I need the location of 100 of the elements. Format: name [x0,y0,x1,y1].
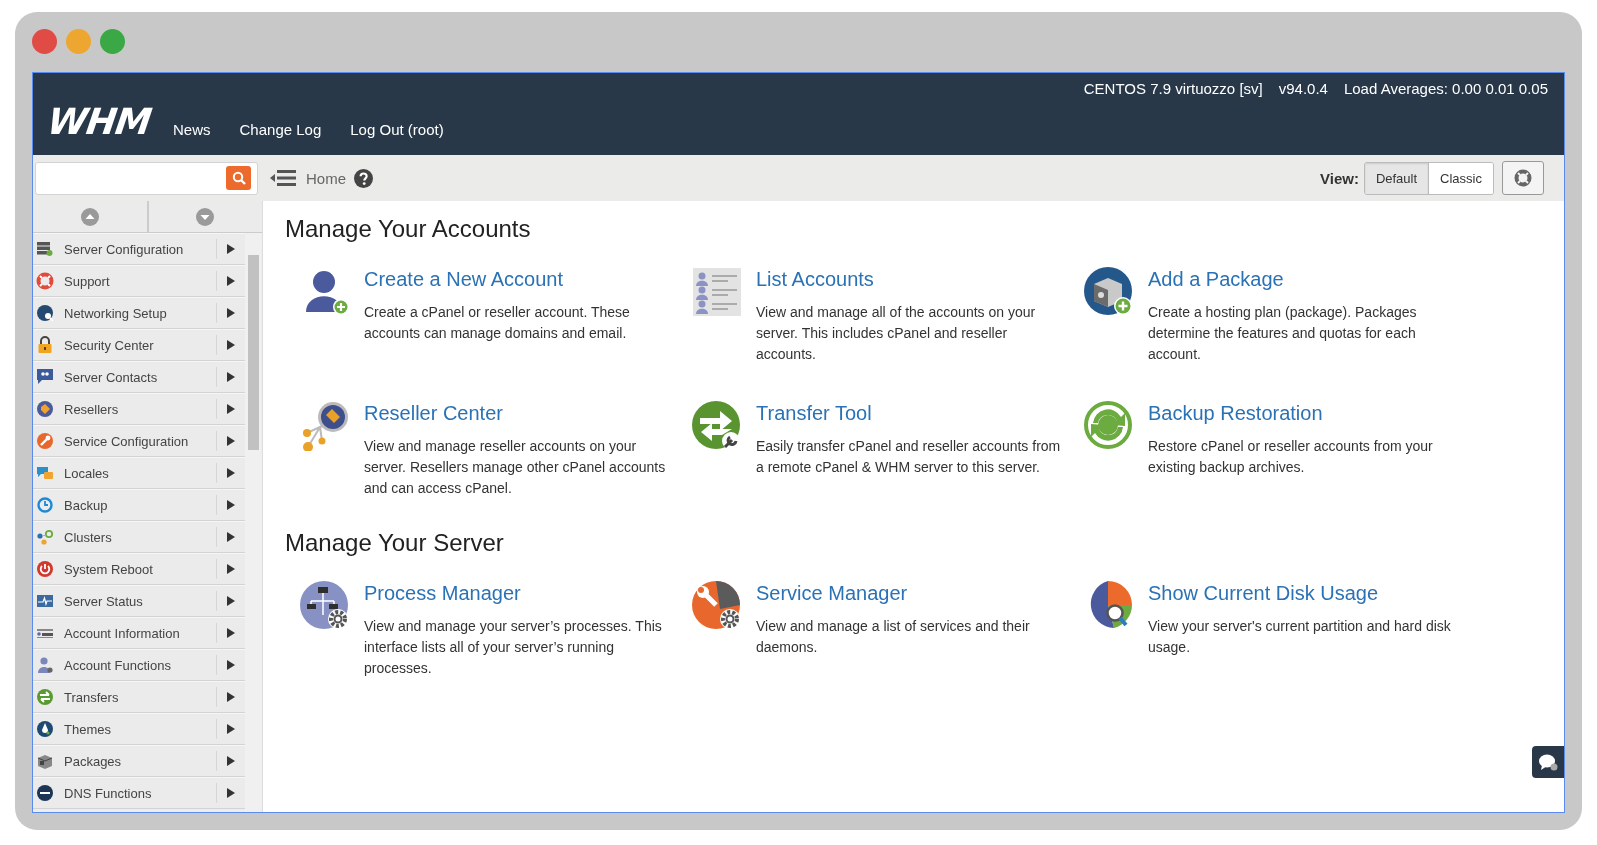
card-description: View and manage reseller accounts on your server. Resellers manage other cPanel accounts and can access cPanel. [364,437,667,498]
caret-down-icon [195,206,216,227]
support-button[interactable] [1502,161,1544,195]
lifebuoy-icon [1514,169,1532,187]
card-title-link[interactable]: Reseller Center [364,402,503,425]
server-info-text: CENTOS 7.9 virtuozzo [sv] [1083,80,1263,97]
wrench-gear-icon[interactable] [692,581,742,631]
card-description: View and manage your server’s processes. This interface lists all of your server’s running processes. [364,617,663,678]
nodes-icon [36,528,54,546]
expand-arrow-icon [227,628,235,638]
server-info-text: Load Averages: 0.00 0.01 0.05 [1343,80,1548,97]
caret-up-icon [79,206,100,227]
contact-list-icon[interactable] [692,267,742,317]
monitor-pulse-icon [36,592,54,610]
view-label: View: [1320,169,1359,187]
wrench-icon [36,432,54,450]
sidebar-item[interactable]: DNS Functions [33,777,245,809]
person-gear-icon [36,656,54,674]
sidebar-item[interactable]: Transfers [33,681,245,713]
card-title-link[interactable]: Service Manager [756,582,908,605]
sidebar-item[interactable]: Server Contacts [33,361,245,393]
sidebar-item[interactable]: Clusters [33,521,245,553]
breadcrumb-link[interactable]: Home [306,169,346,187]
expand-arrow-icon [227,244,235,254]
nav-link[interactable]: News [173,121,211,138]
expand-arrow-icon [227,308,235,318]
help-icon[interactable] [354,168,373,188]
expand-arrow-icon [227,532,235,542]
sidebar-item[interactable]: Account Information [33,617,245,649]
flowchart-gear-icon[interactable] [300,581,350,631]
card-description: Easily transfer cPanel and reseller accounts from a remote cPanel & WHM server to this server. [756,437,1062,477]
transfer-arrows-icon[interactable] [692,401,742,451]
card-title-link[interactable]: Transfer Tool [756,402,872,425]
card-description: View your server's current partition and hard disk usage. [1148,617,1452,657]
chat-icon [36,368,54,386]
section-heading: Manage Your Accounts [285,215,531,243]
search-field[interactable] [35,161,258,195]
expand-arrow-icon [227,564,235,574]
expand-arrow-icon [227,436,235,446]
sidebar-item[interactable]: Server Configuration [33,233,245,265]
expand-arrow-icon [227,724,235,734]
refresh-icon[interactable] [1084,401,1134,451]
view-toggle-button[interactable]: Default [1364,162,1429,194]
package-add-icon[interactable] [1084,267,1134,317]
expand-arrow-icon [227,660,235,670]
card-title-link[interactable]: List Accounts [756,268,874,291]
expand-arrow-icon [227,276,235,286]
card-description: Create a cPanel or reseller account. These accounts can manage domains and email. [364,303,631,343]
chat-bubble-icon [1538,753,1558,771]
feedback-button[interactable] [1532,746,1564,778]
tag-icon [36,400,54,418]
power-icon [36,560,54,578]
expand-arrow-icon [227,692,235,702]
padlock-icon [36,336,54,354]
card-title-link[interactable]: Add a Package [1148,268,1284,291]
whm-logo[interactable]: WHM [45,101,154,142]
boxes-icon [36,752,54,770]
card-title-link[interactable]: Create a New Account [364,268,563,291]
card-title-link[interactable]: Show Current Disk Usage [1148,582,1379,605]
arrows-circle-icon [36,688,54,706]
expand-arrow-icon [227,500,235,510]
sidebar-item[interactable]: Service Configuration [33,425,245,457]
menu-icon[interactable] [270,168,296,188]
server-icon [36,240,54,258]
sidebar-item[interactable]: Resellers [33,393,245,425]
sidebar-item[interactable]: Account Functions [33,649,245,681]
expand-arrow-icon [227,596,235,606]
card-description: Restore cPanel or reseller accounts from your existing backup archives. [1148,437,1434,477]
expand-arrow-icon [227,404,235,414]
search-button[interactable] [226,166,251,190]
sidebar-item[interactable]: System Reboot [33,553,245,585]
card-title-link[interactable]: Process Manager [364,582,521,605]
paint-drop-icon [36,720,54,738]
sidebar-item[interactable]: Packages [33,745,245,777]
network-tag-icon[interactable] [300,401,350,451]
speech-bubbles-icon [36,464,54,482]
clock-icon [36,496,54,514]
card-title-link[interactable]: Backup Restoration [1148,402,1323,425]
sidebar-item[interactable]: Security Center [33,329,245,361]
nav-link[interactable]: Log Out (root) [350,121,444,138]
expand-arrow-icon [227,372,235,382]
sidebar-item[interactable]: Networking Setup [33,297,245,329]
lifebuoy-icon [36,272,54,290]
sidebar-item[interactable]: Themes [33,713,245,745]
expand-arrow-icon [227,788,235,798]
card-description: Create a hosting plan (package). Packages determine the features and quotas for each account. [1148,303,1418,364]
server-info-text: v94.0.4 [1278,80,1328,97]
sidebar-item[interactable]: Backup [33,489,245,521]
sidebar-item[interactable]: Support [33,265,245,297]
sidebar-item[interactable]: Server Status [33,585,245,617]
expand-arrow-icon [227,756,235,766]
view-toggle-button[interactable]: Classic [1428,162,1493,194]
card-description: View and manage a list of services and their daemons. [756,617,1031,657]
expand-arrow-icon [227,340,235,350]
section-heading: Manage Your Server [285,529,504,557]
expand-arrow-icon [227,468,235,478]
nav-link[interactable]: Change Log [239,121,322,138]
card-description: View and manage all of the accounts on your server. This includes cPanel and reseller accounts. [756,303,1037,364]
search-icon [231,171,246,185]
sidebar-item[interactable]: Locales [33,457,245,489]
